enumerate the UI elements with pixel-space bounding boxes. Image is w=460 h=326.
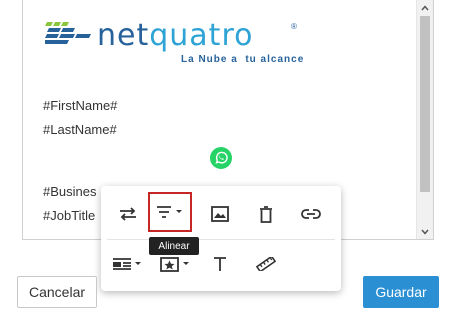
change-size-button[interactable] [244,244,288,284]
image-icon [211,206,229,222]
scroll-up-arrow-icon[interactable] [417,0,433,16]
editor-scrollbar[interactable] [416,0,433,239]
whatsapp-icon[interactable] [209,146,233,170]
remove-image-button[interactable] [244,194,288,234]
ruler-icon [256,257,276,271]
insert-link-button[interactable] [289,194,333,234]
editor-line-business[interactable]: #Busines [43,184,96,199]
netquatro-logo[interactable]: netquatro ® La Nube a tu alcance [45,16,305,76]
swap-icon [120,207,136,221]
style-icon [160,257,189,272]
link-icon [301,209,321,219]
align-tooltip: Alinear [149,237,199,255]
scroll-down-arrow-icon[interactable] [417,224,433,239]
editor-line-jobtitle[interactable]: #JobTitle [43,208,95,223]
toolbar-separator [107,239,335,240]
text-icon [214,257,226,271]
align-button[interactable] [148,192,192,232]
registered-mark: ® [291,22,297,31]
logo-wordmark: netquatro [97,18,253,53]
insert-image-button[interactable] [198,194,242,234]
image-toolbar-popup [101,186,341,291]
logo-mark-icon [45,22,91,44]
scrollbar-thumb[interactable] [420,16,430,192]
cancel-button[interactable]: Cancelar [17,276,97,308]
logo-tagline: La Nube a tu alcance [181,54,305,65]
save-button[interactable]: Guardar [363,276,439,308]
alternative-text-button[interactable] [198,244,242,284]
replace-image-button[interactable] [106,194,150,234]
display-icon [113,258,141,270]
display-button[interactable] [106,244,150,284]
editor-line-firstname[interactable]: #FirstName# [43,98,117,113]
logo-net-text: net [97,18,150,53]
logo-quatro-text: quatro [149,18,254,53]
trash-icon [260,205,272,223]
align-icon [157,206,182,218]
editor-line-lastname[interactable]: #LastName# [43,122,117,137]
